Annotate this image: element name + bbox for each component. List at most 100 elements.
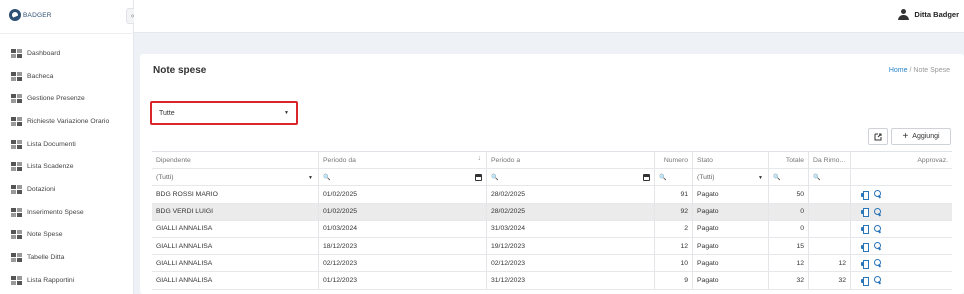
breadcrumb-home-link[interactable]: Home: [889, 67, 908, 74]
print-icon[interactable]: [861, 225, 869, 235]
sidebar-item[interactable]: Dotazioni: [0, 178, 134, 201]
column-header-periodo-da[interactable]: Periodo da ↓: [318, 152, 486, 169]
column-header-periodo-a[interactable]: Periodo a: [486, 152, 654, 169]
cell-totale: 32: [768, 272, 808, 289]
grid-icon: [11, 116, 22, 126]
cell-da-rimborsare: [808, 220, 850, 237]
cell-dipendente: GIALLI ANNALISA: [156, 242, 213, 250]
view-details-icon[interactable]: [874, 276, 882, 284]
filter-periodo-a-input[interactable]: 🔍: [486, 169, 654, 186]
print-icon[interactable]: [861, 242, 869, 252]
plus-icon: +: [902, 130, 909, 142]
search-icon: 🔍: [659, 174, 667, 181]
cell-numero: 9: [654, 272, 692, 289]
sidebar-item[interactable]: Tabelle Ditta: [0, 246, 134, 269]
cell-dipendente: GIALLI ANNALISA: [156, 276, 213, 284]
status-filter-select[interactable]: Tutte ▼: [150, 101, 298, 125]
caret-down-icon: ▼: [308, 175, 313, 182]
view-details-icon[interactable]: [874, 242, 882, 250]
table-row[interactable]: BDG ROSSI MARIO 01/02/2025 28/02/2025 91 Pag…: [152, 186, 952, 204]
sidebar-item[interactable]: Lista Documenti: [0, 133, 134, 156]
add-button[interactable]: + Aggiungi: [891, 128, 951, 145]
cell-da-rimborsare: [808, 203, 850, 220]
table-row[interactable]: GIALLI ANNALISA 01/12/2023 31/12/2023 9 Paga…: [152, 272, 952, 290]
sidebar-item[interactable]: Gestione Presenze: [0, 87, 134, 110]
sidebar-item-label: Lista Documenti: [27, 140, 76, 148]
column-header-da-rimborsare[interactable]: Da Rimo...: [808, 152, 850, 169]
cell-numero: 2: [654, 220, 692, 237]
view-details-icon[interactable]: [874, 224, 882, 233]
cell-periodo-da: 01/12/2023: [318, 272, 486, 289]
cell-periodo-da: 01/03/2024: [318, 220, 486, 237]
filter-dipendente-select[interactable]: (Tutti) ▼: [152, 169, 318, 185]
sidebar-item[interactable]: Inserimento Spese: [0, 201, 134, 224]
cell-dipendente: GIALLI ANNALISA: [156, 259, 213, 267]
print-icon[interactable]: [861, 259, 869, 269]
cell-periodo-a: 28/02/2025: [486, 186, 654, 203]
calendar-icon[interactable]: [475, 174, 482, 182]
table-row[interactable]: BDG VERDI LUIGI 01/02/2025 28/02/2025 92 Pag…: [152, 203, 952, 221]
view-details-icon[interactable]: [874, 259, 882, 267]
sort-desc-icon: ↓: [477, 155, 482, 162]
filter-approvazione-cell: [850, 169, 952, 186]
calendar-icon[interactable]: [643, 174, 650, 182]
grid-icon: [11, 48, 22, 58]
sidebar-item[interactable]: Bacheca: [0, 65, 134, 88]
cell-actions: [850, 186, 952, 203]
grid-header-row: Dipendente Periodo da ↓ Periodo a Numero…: [152, 152, 952, 170]
column-header-stato[interactable]: Stato: [692, 152, 768, 169]
sidebar-item-label: Lista Rapportini: [27, 276, 75, 284]
column-header-approvazione[interactable]: Approvaz.: [850, 152, 952, 169]
filter-da-rimborsare-input[interactable]: 🔍: [808, 169, 850, 186]
filter-stato-value: (Tutti): [697, 173, 715, 181]
sidebar-item-label: Lista Scadenze: [27, 163, 74, 171]
view-details-icon[interactable]: [874, 207, 882, 216]
cell-periodo-a: 19/12/2023: [486, 237, 654, 255]
filter-numero-input[interactable]: 🔍: [654, 169, 692, 186]
sidebar-item[interactable]: Lista Scadenze: [0, 155, 134, 178]
breadcrumb-separator: /: [909, 67, 912, 74]
column-header-numero[interactable]: Numero: [654, 152, 692, 169]
app-logo[interactable]: BADGER: [9, 9, 52, 21]
table-row[interactable]: GIALLI ANNALISA 02/12/2023 02/12/2023 10 Pag…: [152, 255, 952, 273]
print-icon[interactable]: [861, 208, 869, 218]
column-header-totale[interactable]: Totale: [768, 152, 808, 169]
search-icon: 🔍: [491, 174, 499, 181]
cell-periodo-a: 31/03/2024: [486, 220, 654, 237]
cell-periodo-a: 31/12/2023: [486, 272, 654, 289]
add-button-label: Aggiungi: [912, 133, 940, 140]
status-filter-value: Tutte: [159, 110, 175, 117]
user-menu[interactable]: Ditta Badger: [898, 9, 959, 20]
search-icon: 🔍: [323, 174, 331, 181]
grid-icon: [11, 184, 22, 194]
cell-periodo-da: 18/12/2023: [318, 237, 486, 255]
breadcrumb: Home / Note Spese: [889, 67, 950, 74]
view-details-icon[interactable]: [874, 190, 882, 198]
sidebar-item-label: Note Spese: [27, 231, 63, 239]
filter-totale-input[interactable]: 🔍: [768, 169, 808, 186]
user-name: Ditta Badger: [914, 10, 959, 19]
sidebar-item[interactable]: Lista Rapportini: [0, 269, 134, 292]
cell-stato: Pagato: [692, 255, 768, 272]
grid-icon: [11, 207, 22, 217]
print-icon[interactable]: [861, 276, 869, 286]
cell-da-rimborsare: [808, 186, 850, 203]
sidebar: BADGER Dashboard Bacheca Gestione Presenze…: [0, 0, 134, 294]
print-icon[interactable]: [861, 190, 869, 200]
content-card: Note spese Home / Note Spese Tutte ▼ + A…: [140, 54, 964, 294]
table-row[interactable]: GIALLI ANNALISA 18/12/2023 19/12/2023 12 Pag…: [152, 237, 952, 256]
sidebar-item[interactable]: Richieste Variazione Orario: [0, 110, 134, 133]
filter-stato-select[interactable]: (Tutti) ▼: [692, 169, 768, 186]
table-row[interactable]: GIALLI ANNALISA 01/03/2024 31/03/2024 2 Paga…: [152, 220, 952, 238]
cell-periodo-a: 28/02/2025: [486, 203, 654, 220]
sidebar-item[interactable]: Dashboard: [0, 42, 134, 65]
cell-periodo-a: 02/12/2023: [486, 255, 654, 272]
grid-icon: [11, 94, 22, 104]
export-button[interactable]: [868, 128, 888, 145]
filter-periodo-da-input[interactable]: 🔍: [318, 169, 486, 186]
cell-actions: [850, 237, 952, 255]
logo-text: BADGER: [23, 11, 52, 19]
sidebar-item[interactable]: Note Spese: [0, 224, 134, 247]
sidebar-item-label: Bacheca: [27, 72, 54, 80]
column-header-dipendente[interactable]: Dipendente: [152, 152, 318, 168]
